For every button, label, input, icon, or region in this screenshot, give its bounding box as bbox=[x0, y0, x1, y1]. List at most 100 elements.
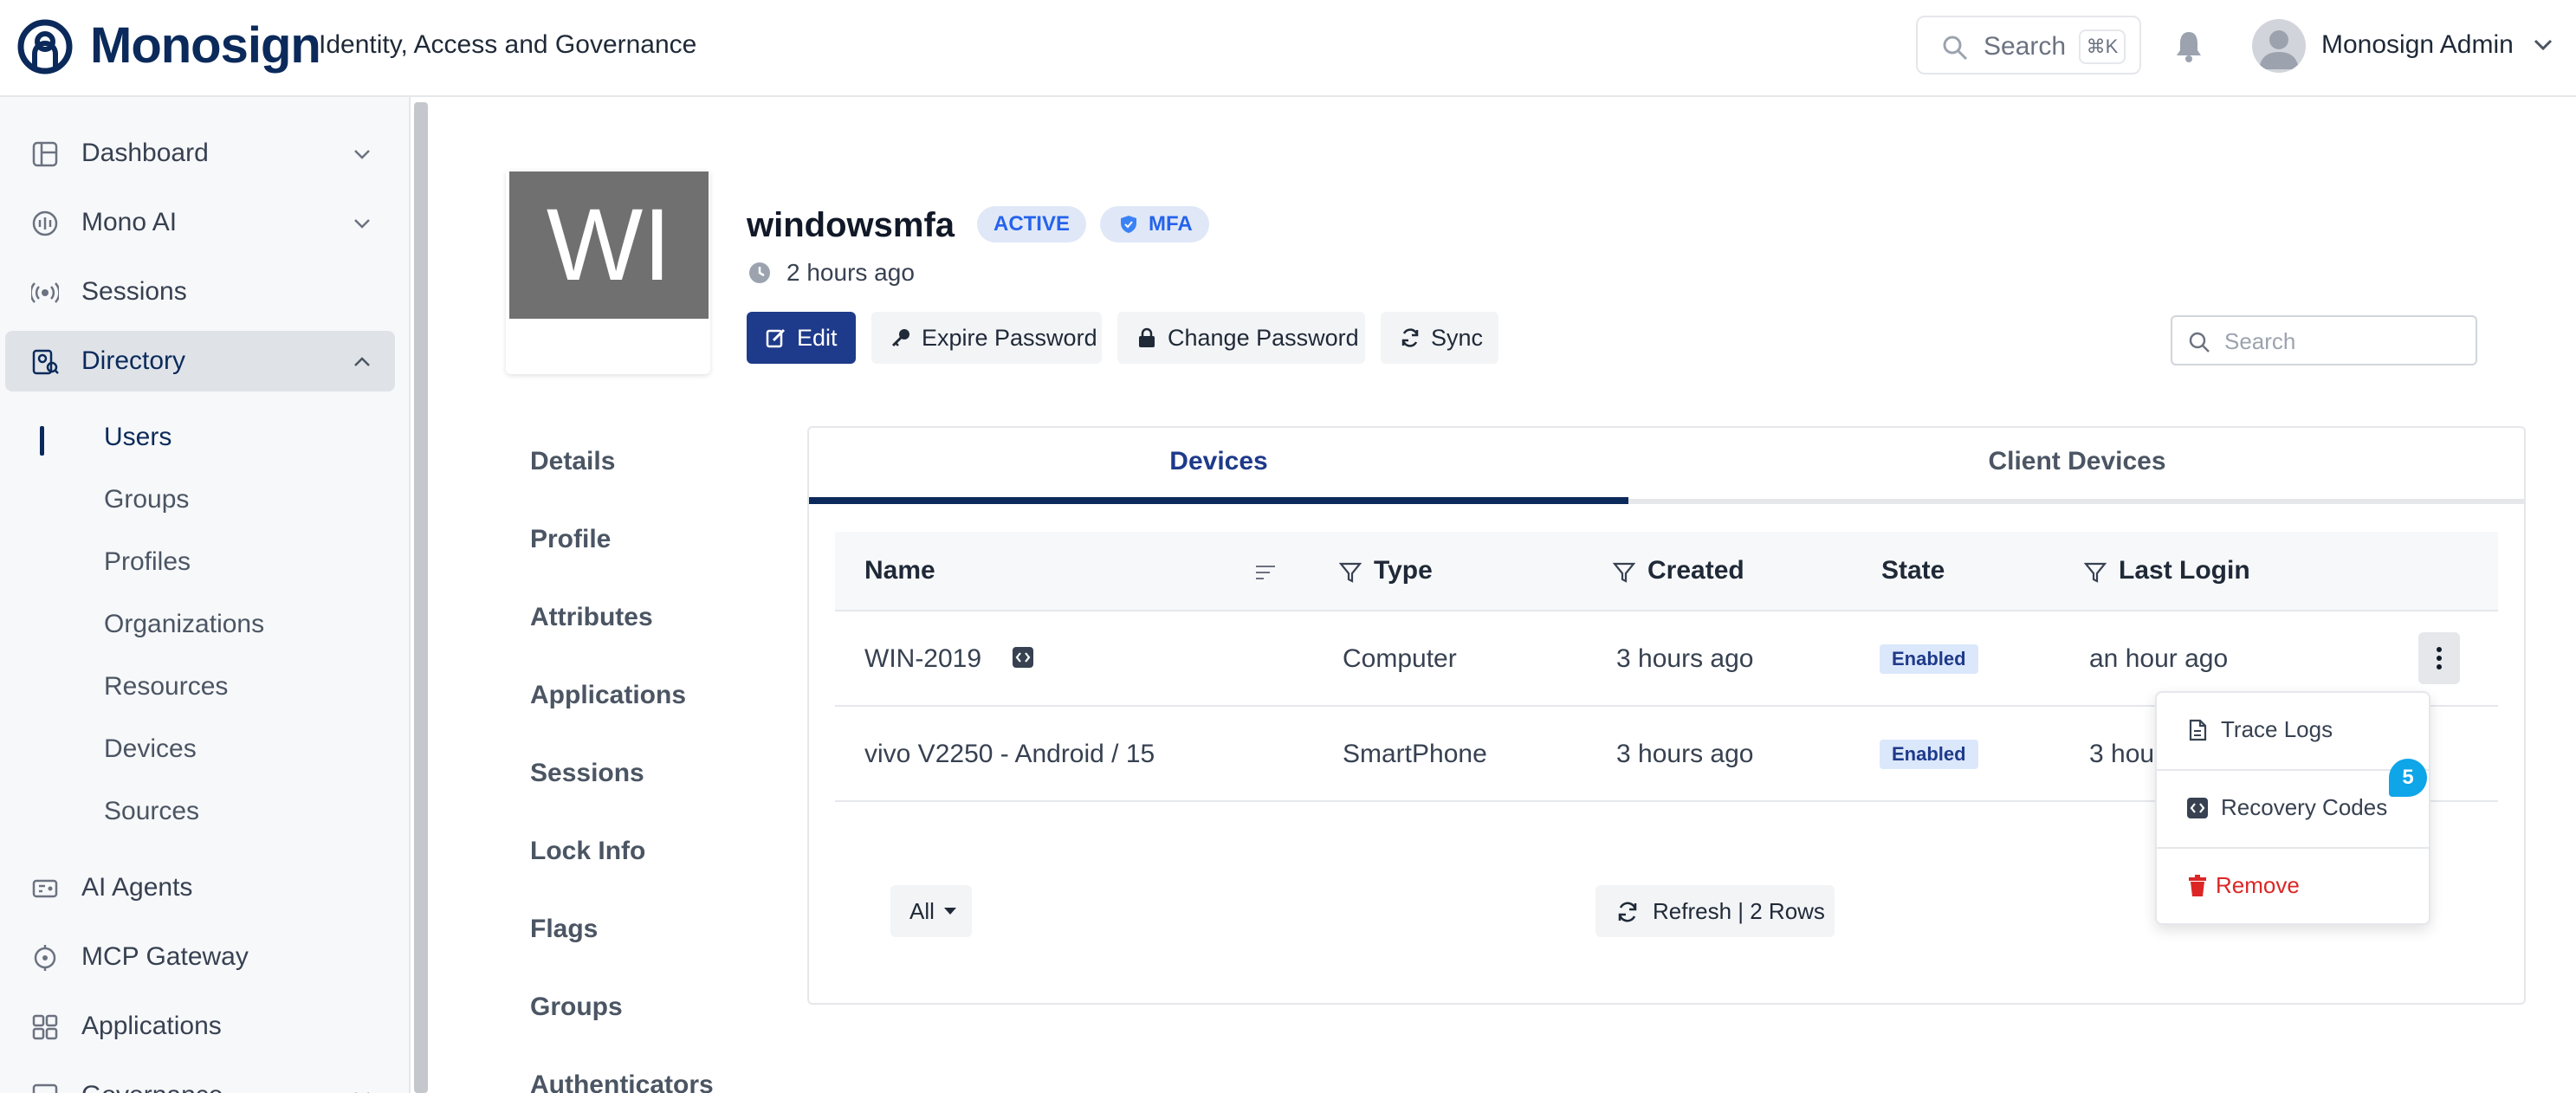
code-icon bbox=[2187, 798, 2208, 818]
menu-item-label: Trace Logs bbox=[2221, 716, 2333, 742]
sidebar-item-label: Mono AI bbox=[81, 208, 178, 236]
filter-icon[interactable] bbox=[2084, 561, 2107, 584]
section-profile[interactable]: Profile bbox=[530, 523, 611, 556]
sync-button[interactable]: Sync bbox=[1381, 312, 1498, 364]
device-name: vivo V2250 - Android / 15 bbox=[864, 740, 1155, 768]
key-icon bbox=[891, 329, 909, 347]
sidebar-item-directory[interactable]: Directory bbox=[5, 331, 395, 391]
mono-ai-icon bbox=[32, 210, 58, 236]
column-created[interactable]: Created bbox=[1647, 554, 1744, 587]
device-type: Computer bbox=[1343, 644, 1457, 673]
sidebar-sub-organizations[interactable]: Organizations bbox=[104, 608, 264, 641]
tab-client-devices[interactable]: Client Devices bbox=[1628, 445, 2526, 478]
sync-label: Sync bbox=[1431, 325, 1484, 351]
sidebar-item-label: MCP Gateway bbox=[81, 942, 249, 971]
status-badge: ACTIVE bbox=[977, 206, 1086, 243]
change-password-button[interactable]: Change Password bbox=[1117, 312, 1365, 364]
kebab-dot bbox=[2437, 647, 2442, 652]
section-flags[interactable]: Flags bbox=[530, 913, 598, 946]
chevron-down-icon[interactable] bbox=[2533, 36, 2553, 54]
user-avatar[interactable] bbox=[2252, 19, 2306, 73]
chevron-down-icon bbox=[354, 150, 370, 159]
sidebar-sub-resources[interactable]: Resources bbox=[104, 670, 228, 703]
sidebar-item-label: Applications bbox=[81, 1012, 222, 1040]
sidebar-sub-profiles[interactable]: Profiles bbox=[104, 546, 191, 579]
column-state[interactable]: State bbox=[1881, 554, 1945, 587]
sidebar-sub-users[interactable]: Users bbox=[104, 421, 172, 454]
sidebar-item-ai-agents[interactable]: AI Agents bbox=[5, 857, 395, 918]
user-name[interactable]: Monosign Admin bbox=[2321, 29, 2514, 61]
active-sub-indicator bbox=[40, 426, 44, 456]
section-details[interactable]: Details bbox=[530, 445, 615, 478]
monosign-logo-icon[interactable] bbox=[17, 19, 73, 74]
sidebar-sub-groups[interactable]: Groups bbox=[104, 483, 189, 516]
tab-divider bbox=[1628, 499, 2526, 504]
expire-password-label: Expire Password bbox=[922, 325, 1097, 351]
sidebar-item-applications[interactable]: Applications bbox=[5, 996, 395, 1057]
search-icon bbox=[1943, 36, 1968, 61]
filter-all-dropdown[interactable]: All bbox=[890, 885, 972, 937]
refresh-button[interactable]: Refresh | 2 Rows bbox=[1595, 885, 1835, 937]
table-search[interactable] bbox=[2171, 315, 2477, 365]
lock-icon bbox=[1139, 327, 1155, 347]
menu-item-remove[interactable]: Remove bbox=[2157, 849, 2429, 925]
notification-count-badge[interactable]: 5 bbox=[2389, 759, 2427, 797]
sidebar-scrollbar[interactable] bbox=[414, 102, 428, 1093]
sort-icon[interactable] bbox=[1254, 561, 1277, 584]
profile-initials-avatar: WI bbox=[509, 171, 709, 319]
device-created: 3 hours ago bbox=[1616, 644, 1754, 673]
profile-name: windowsmfa bbox=[747, 206, 955, 244]
column-last-login[interactable]: Last Login bbox=[2119, 554, 2250, 587]
search-shortcut: ⌘K bbox=[2079, 29, 2126, 64]
chevron-up-icon bbox=[354, 357, 370, 366]
sidebar-item-governance[interactable]: Governance bbox=[5, 1065, 395, 1093]
menu-item-recovery-codes[interactable]: Recovery Codes bbox=[2157, 771, 2429, 847]
sidebar-item-mcp-gateway[interactable]: MCP Gateway bbox=[5, 927, 395, 987]
global-search-button[interactable]: Search ⌘K bbox=[1916, 16, 2141, 74]
filter-icon[interactable] bbox=[1613, 561, 1635, 584]
sidebar-item-label: Dashboard bbox=[81, 139, 209, 167]
refresh-icon bbox=[1618, 902, 1637, 922]
last-activity-time: 2 hours ago bbox=[786, 259, 915, 286]
sidebar-item-mono-ai[interactable]: Mono AI bbox=[5, 192, 395, 253]
user-avatar-icon bbox=[2259, 30, 2299, 69]
chevron-down-icon bbox=[355, 1092, 369, 1093]
directory-icon bbox=[32, 349, 59, 375]
edit-button[interactable]: Edit bbox=[747, 312, 856, 364]
edit-button-label: Edit bbox=[797, 325, 838, 351]
menu-item-trace-logs[interactable]: Trace Logs bbox=[2157, 693, 2429, 769]
sidebar-sub-devices[interactable]: Devices bbox=[104, 733, 197, 766]
brand-name[interactable]: Monosign bbox=[90, 16, 321, 76]
change-password-label: Change Password bbox=[1168, 325, 1359, 351]
section-authenticators[interactable]: Authenticators bbox=[530, 1069, 714, 1093]
chevron-down-icon bbox=[354, 219, 370, 229]
table-search-input[interactable] bbox=[2224, 326, 2467, 357]
section-groups[interactable]: Groups bbox=[530, 991, 623, 1024]
section-applications[interactable]: Applications bbox=[530, 679, 686, 712]
sidebar-sub-sources[interactable]: Sources bbox=[104, 795, 199, 828]
expire-password-button[interactable]: Expire Password bbox=[871, 312, 1102, 364]
sidebar-item-dashboard[interactable]: Dashboard bbox=[5, 123, 395, 184]
column-name[interactable]: Name bbox=[864, 554, 935, 587]
row-actions-button[interactable] bbox=[2418, 632, 2460, 684]
device-created: 3 hours ago bbox=[1616, 740, 1754, 768]
filter-icon[interactable] bbox=[1339, 561, 1362, 584]
ai-agents-icon bbox=[32, 879, 58, 898]
kebab-dot bbox=[2437, 656, 2442, 661]
code-icon[interactable] bbox=[1012, 646, 1034, 669]
brand-subtitle: Identity, Access and Governance bbox=[319, 30, 697, 59]
section-lock-info[interactable]: Lock Info bbox=[530, 835, 645, 868]
bell-icon[interactable] bbox=[2174, 29, 2204, 62]
menu-item-label: Recovery Codes bbox=[2221, 794, 2388, 820]
sidebar-item-sessions[interactable]: Sessions bbox=[5, 262, 395, 322]
top-header: Monosign Identity, Access and Governance… bbox=[0, 0, 2576, 97]
column-type[interactable]: Type bbox=[1374, 554, 1433, 587]
active-tab-indicator bbox=[809, 497, 1628, 504]
applications-icon bbox=[32, 1014, 58, 1040]
clock-icon bbox=[749, 262, 770, 283]
shield-icon bbox=[1121, 216, 1136, 233]
tab-devices[interactable]: Devices bbox=[809, 445, 1628, 478]
section-sessions[interactable]: Sessions bbox=[530, 757, 644, 790]
device-name: WIN-2019 bbox=[864, 644, 982, 673]
section-attributes[interactable]: Attributes bbox=[530, 601, 653, 634]
